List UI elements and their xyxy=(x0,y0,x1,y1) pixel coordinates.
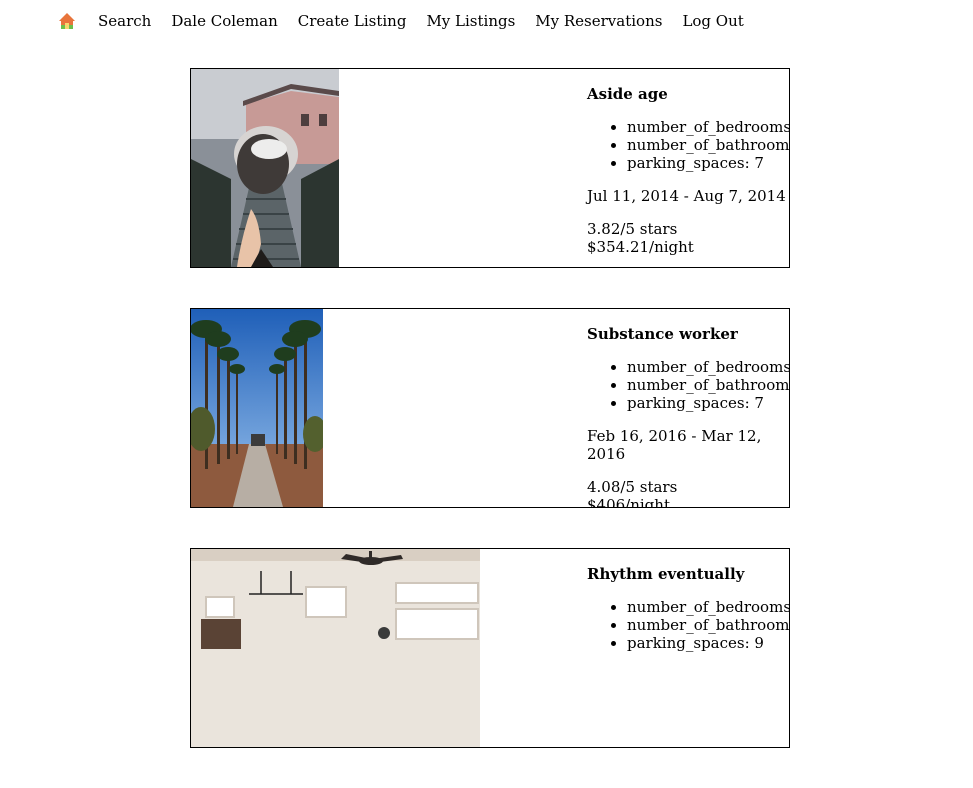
listing-features: number_of_bedrooms: 6 number_of_bathroom… xyxy=(587,358,789,412)
feature-item: parking_spaces: 7 xyxy=(627,154,789,172)
nav-search-link[interactable]: Search xyxy=(98,12,151,30)
feature-item: parking_spaces: 9 xyxy=(627,634,789,652)
listing-photo xyxy=(191,309,323,507)
home-icon[interactable] xyxy=(58,12,76,30)
listing-info: Substance worker number_of_bedrooms: 6 n… xyxy=(587,325,789,508)
feature-item: number_of_bedrooms: 5 xyxy=(627,598,789,616)
listing-title[interactable]: Rhythm eventually xyxy=(587,565,789,583)
feature-item: number_of_bedrooms: 6 xyxy=(627,358,789,376)
listing-rating: 3.82/5 stars xyxy=(587,220,678,238)
listing-photo xyxy=(191,549,480,747)
listing-title[interactable]: Substance worker xyxy=(587,325,789,343)
top-nav: Search Dale Coleman Create Listing My Li… xyxy=(58,9,764,33)
listing-price: $406/night xyxy=(587,496,670,508)
feature-item: parking_spaces: 7 xyxy=(627,394,789,412)
listing-dates: Jul 11, 2014 - Aug 7, 2014 xyxy=(587,187,786,205)
nav-my-listings-link[interactable]: My Listings xyxy=(426,12,515,30)
listing-price: $354.21/night xyxy=(587,238,694,256)
nav-my-reservations-link[interactable]: My Reservations xyxy=(535,12,662,30)
listing-features: number_of_bedrooms: 2 number_of_bathroom… xyxy=(587,118,789,172)
feature-item: number_of_bedrooms: 2 xyxy=(627,118,789,136)
listing-info: Rhythm eventually number_of_bedrooms: 5 … xyxy=(587,565,789,667)
listing-dates: Feb 16, 2016 - Mar 12, 2016 xyxy=(587,427,762,463)
listing-title[interactable]: Aside age xyxy=(587,85,789,103)
feature-item: number_of_bathrooms: 7 xyxy=(627,616,789,634)
listing-photo xyxy=(191,69,339,267)
nav-create-listing-link[interactable]: Create Listing xyxy=(298,12,407,30)
nav-log-out-link[interactable]: Log Out xyxy=(682,12,743,30)
feature-item: number_of_bathrooms: 2 xyxy=(627,136,789,154)
feature-item: number_of_bathrooms: 0 xyxy=(627,376,789,394)
listing-rating: 4.08/5 stars xyxy=(587,478,678,496)
listing-list: Aside age number_of_bedrooms: 2 number_o… xyxy=(190,68,790,788)
listing-card[interactable]: Aside age number_of_bedrooms: 2 number_o… xyxy=(190,68,790,268)
listing-card[interactable]: Substance worker number_of_bedrooms: 6 n… xyxy=(190,308,790,508)
listing-info: Aside age number_of_bedrooms: 2 number_o… xyxy=(587,85,789,256)
listing-card[interactable]: Rhythm eventually number_of_bedrooms: 5 … xyxy=(190,548,790,748)
nav-user-link[interactable]: Dale Coleman xyxy=(171,12,277,30)
